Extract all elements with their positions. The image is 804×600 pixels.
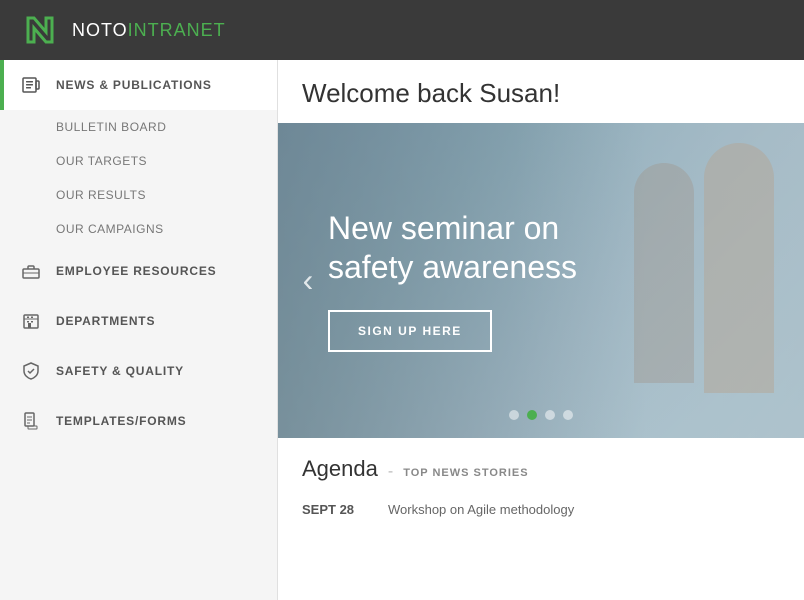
agenda-divider: - — [388, 463, 393, 481]
agenda-description: Workshop on Agile methodology — [388, 502, 574, 517]
agenda-section: Agenda - TOP NEWS STORIES SEPT 28 Worksh… — [278, 438, 804, 533]
sidebar-sub-news: BULLETIN BOARD OUR TARGETS OUR RESULTS O… — [0, 110, 277, 246]
newspaper-icon — [20, 74, 42, 96]
sidebar-item-departments-label: DEPARTMENTS — [56, 314, 155, 328]
file-icon — [20, 410, 42, 432]
topbar: NOTOINTRANET — [0, 0, 804, 60]
sidebar-item-safety-quality[interactable]: SAFETY & QUALITY — [0, 346, 277, 396]
banner-signup-button[interactable]: SIGN UP HERE — [328, 310, 492, 352]
building-icon — [20, 310, 42, 332]
banner-prev-button[interactable]: ‹ — [288, 261, 328, 301]
agenda-header: Agenda - TOP NEWS STORIES — [302, 456, 780, 482]
shield-icon — [20, 360, 42, 382]
agenda-title: Agenda — [302, 456, 378, 482]
logo-wordmark: NOTOINTRANET — [72, 20, 226, 41]
sidebar-sub-our-campaigns[interactable]: OUR CAMPAIGNS — [0, 212, 277, 246]
sidebar-item-news-publications[interactable]: NEWS & PUBLICATIONS — [0, 60, 277, 110]
banner-content: New seminar on safety awareness SIGN UP … — [278, 209, 804, 352]
banner-dot-4[interactable] — [563, 410, 573, 420]
agenda-date: SEPT 28 — [302, 502, 372, 517]
banner-slider: ‹ New seminar on safety awareness SIGN U… — [278, 123, 804, 438]
main-layout: NEWS & PUBLICATIONS BULLETIN BOARD OUR T… — [0, 60, 804, 600]
banner-title: New seminar on safety awareness — [328, 209, 648, 286]
sidebar-item-templates-forms[interactable]: TEMPLATES/FORMS — [0, 396, 277, 446]
agenda-row: SEPT 28 Workshop on Agile methodology — [302, 496, 780, 523]
sidebar-item-departments[interactable]: DEPARTMENTS — [0, 296, 277, 346]
sidebar-item-safety-label: SAFETY & QUALITY — [56, 364, 184, 378]
briefcase-icon — [20, 260, 42, 282]
agenda-subtitle: TOP NEWS STORIES — [403, 467, 528, 479]
sidebar-sub-bulletin-board[interactable]: BULLETIN BOARD — [0, 110, 277, 144]
banner-dot-1[interactable] — [509, 410, 519, 420]
sidebar-sub-our-targets[interactable]: OUR TARGETS — [0, 144, 277, 178]
sidebar-item-employee-label: EMPLOYEE RESOURCES — [56, 264, 216, 278]
sidebar-item-templates-label: TEMPLATES/FORMS — [56, 414, 186, 428]
content-area: Welcome back Susan! ‹ New seminar on saf… — [278, 60, 804, 600]
sidebar-item-news-label: NEWS & PUBLICATIONS — [56, 78, 212, 92]
banner-dot-2[interactable] — [527, 410, 537, 420]
sidebar-item-employee-resources[interactable]: EMPLOYEE RESOURCES — [0, 246, 277, 296]
sidebar: NEWS & PUBLICATIONS BULLETIN BOARD OUR T… — [0, 60, 278, 600]
sidebar-sub-our-results[interactable]: OUR RESULTS — [0, 178, 277, 212]
welcome-message: Welcome back Susan! — [278, 60, 804, 123]
banner-dots — [509, 410, 573, 420]
logo-icon — [20, 10, 60, 50]
banner-dot-3[interactable] — [545, 410, 555, 420]
